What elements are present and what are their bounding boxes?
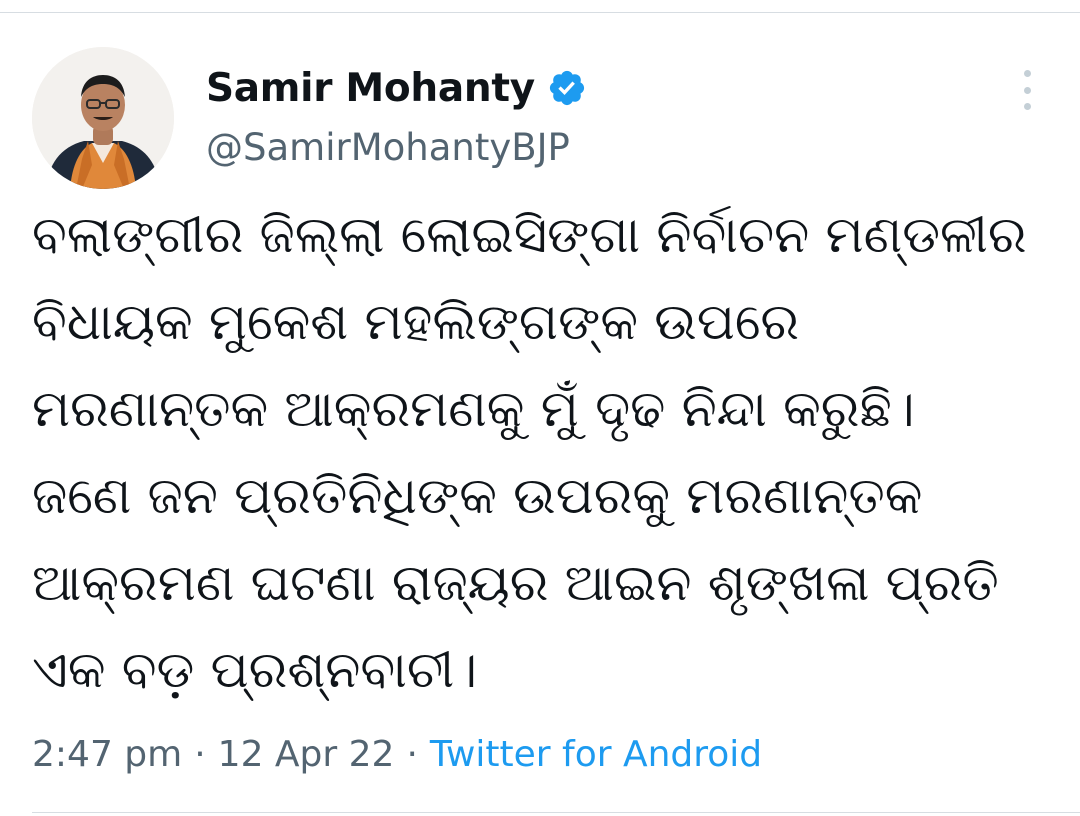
verified-badge-icon xyxy=(547,68,587,108)
tweet-source-link[interactable]: Twitter for Android xyxy=(430,734,762,775)
meta-separator: · xyxy=(406,733,418,775)
tweet-text-line: ବଲାଙ୍ଗୀର ଜିଲ୍ଲା ଲୋଇସିଙ୍ଗା ନିର୍ବାଚନ ମଣ୍ଡଳ… xyxy=(32,206,1027,265)
meta-separator: · xyxy=(194,733,206,775)
author-name-row: Samir Mohanty xyxy=(206,58,587,118)
tweet-text-line: ମରଣାନ୍ତକ ଆକ୍ରମଣକୁ ମୁଁ ଦୃଢ ନିନ୍ଦା କରୁଛି। xyxy=(32,380,915,439)
tweet-date[interactable]: 12 Apr 22 xyxy=(218,734,395,775)
more-options-icon[interactable] xyxy=(1013,70,1041,110)
author-display-name[interactable]: Samir Mohanty xyxy=(206,66,535,111)
tweet-text-line: ଜଣେ ଜନ ପ୍ରତିନିଧିଙ୍କ ଉପରକୁ ମରଣାନ୍ତକ xyxy=(32,467,923,526)
tweet-text-line: ବିଧାୟକ ମୁକେଶ ମହଲିଙ୍ଗଙ୍କ ଉପରେ xyxy=(32,293,800,352)
author-handle[interactable]: @SamirMohantyBJP xyxy=(206,126,570,169)
tweet-text-line: ଆକ୍ରମଣ ଘଟଣା ରାଜ୍ୟର ଆଇନ ଶୃଙ୍ଖଳା ପ୍ରତି xyxy=(32,554,999,613)
more-dot xyxy=(1023,86,1031,94)
tweet-time[interactable]: 2:47 pm xyxy=(32,734,182,775)
avatar[interactable] xyxy=(32,47,174,189)
tweet-card: Samir Mohanty @SamirMohantyBJP ବଲାଙ୍ଗୀର … xyxy=(0,0,1080,816)
tweet-text-line: ଏକ ବଡ଼ ପ୍ରଶ୍ନବାଚୀ। xyxy=(32,641,478,700)
bottom-divider xyxy=(32,812,1080,813)
more-dot xyxy=(1023,103,1031,110)
more-dot xyxy=(1023,70,1031,77)
avatar-portrait-image xyxy=(32,47,174,189)
tweet-text: ବଲାଙ୍ଗୀର ଜିଲ୍ଲା ଲୋଇସିଙ୍ଗା ନିର୍ବାଚନ ମଣ୍ଡଳ… xyxy=(32,192,1052,714)
tweet-meta: 2:47 pm · 12 Apr 22 · Twitter for Androi… xyxy=(32,726,762,782)
